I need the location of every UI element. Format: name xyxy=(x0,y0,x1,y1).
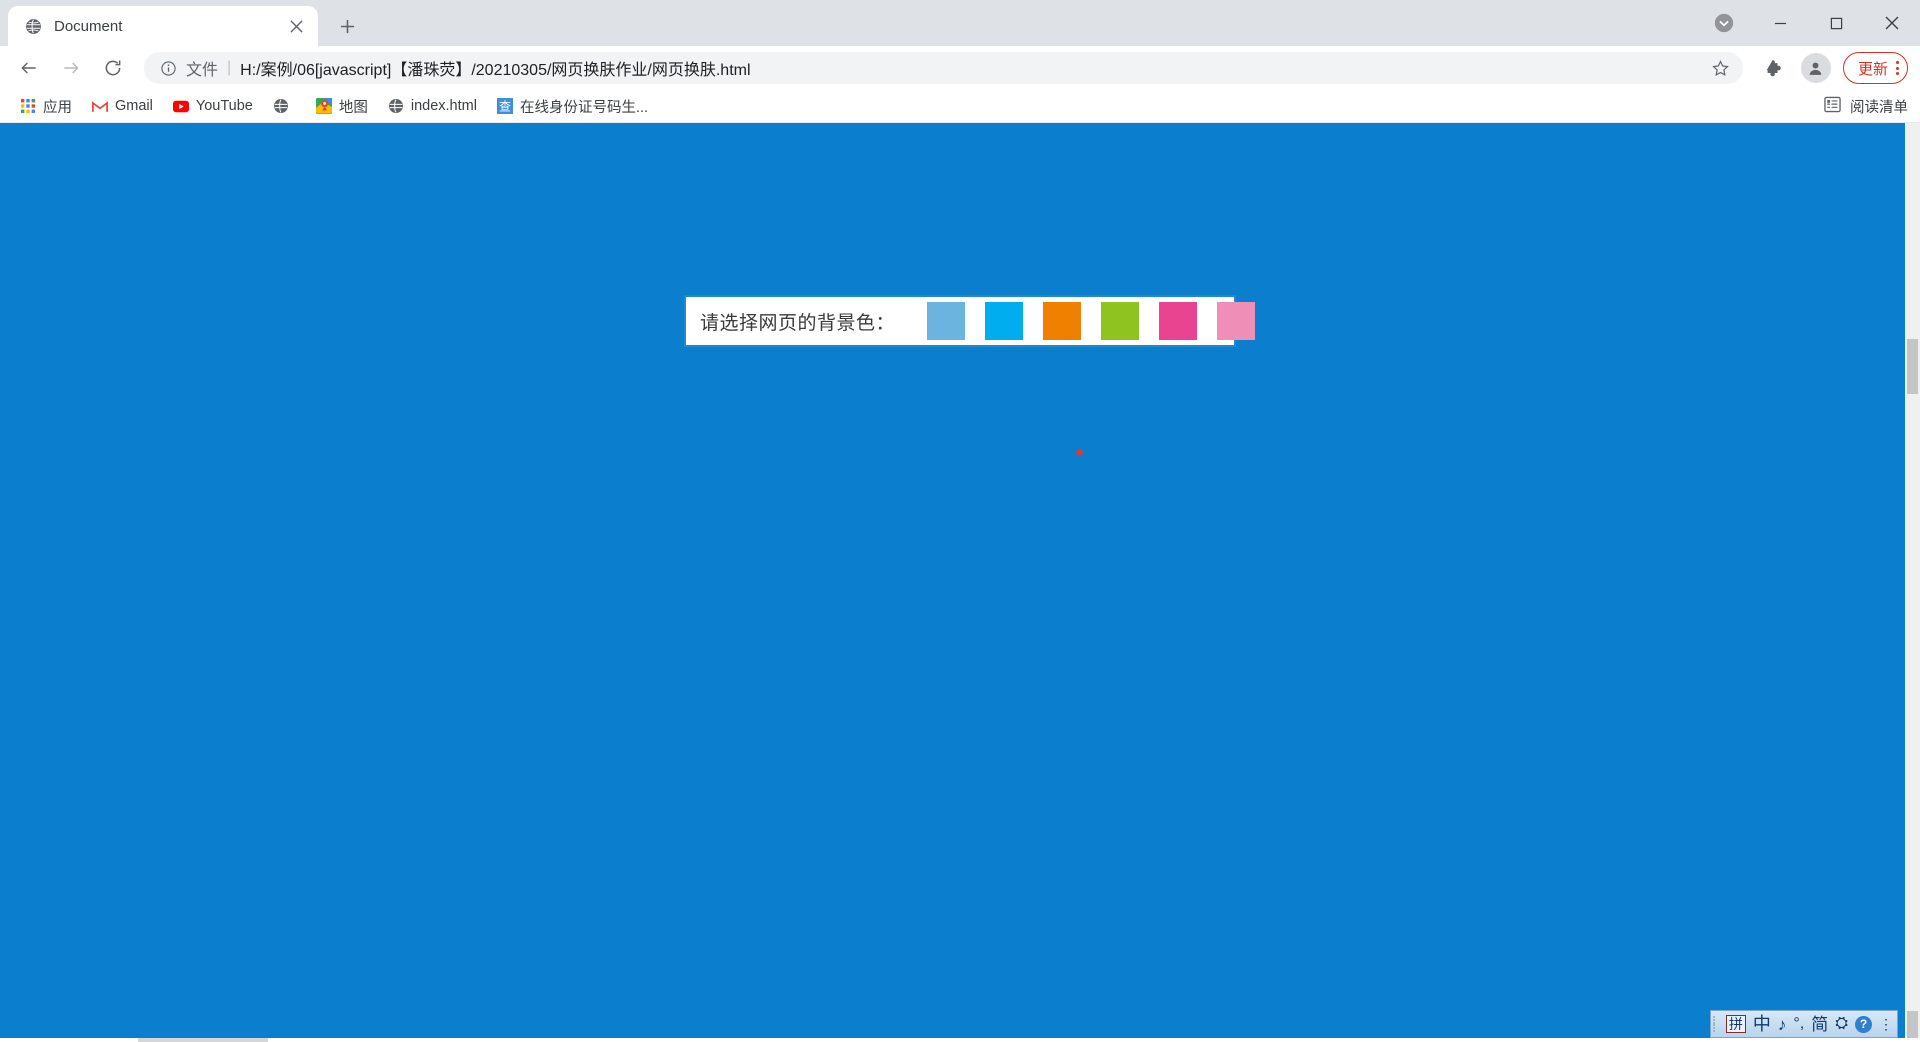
apps-grid-icon xyxy=(20,98,36,114)
url-separator: | xyxy=(227,59,232,76)
bookmark-apps[interactable]: 应用 xyxy=(12,93,80,119)
update-label: 更新 xyxy=(1857,60,1888,78)
color-swatch-orange[interactable] xyxy=(1043,302,1082,340)
globe-icon xyxy=(388,98,404,114)
maximize-button[interactable] xyxy=(1808,0,1864,46)
color-swatch-pink[interactable] xyxy=(1217,302,1256,340)
youtube-play-icon xyxy=(172,98,189,114)
bookmark-gmail[interactable]: Gmail xyxy=(84,93,161,119)
color-swatch-cyan-blue[interactable] xyxy=(985,302,1024,340)
minimize-button[interactable] xyxy=(1752,0,1808,46)
close-button[interactable] xyxy=(1864,0,1920,46)
color-swatch-green[interactable] xyxy=(1101,302,1140,340)
address-bar[interactable]: 文件 | H:/案例/06[javascript]【潘珠荧】/20210305/… xyxy=(144,52,1743,84)
tab-title: Document xyxy=(54,17,123,35)
svg-text:查: 查 xyxy=(499,99,511,113)
cursor-dot xyxy=(1076,449,1083,456)
new-tab-button[interactable] xyxy=(330,9,364,43)
reload-button[interactable] xyxy=(94,49,132,87)
browser-tab[interactable]: Document xyxy=(8,6,318,46)
reading-list-label: 阅读清单 xyxy=(1850,100,1908,116)
ime-punctuation-toggle[interactable]: °, xyxy=(1793,1016,1804,1032)
scrollbar-thumb-upper[interactable] xyxy=(1907,339,1918,394)
ime-toolbox-icon[interactable]: ⛭ xyxy=(1835,1016,1848,1032)
bookmark-globe[interactable] xyxy=(265,93,304,119)
tab-strip: Document xyxy=(0,0,1920,46)
puzzle-piece-icon[interactable] xyxy=(1757,51,1791,85)
bookmark-label: Gmail xyxy=(115,98,153,114)
star-outline-icon[interactable] xyxy=(1707,54,1735,82)
reading-list-button[interactable]: 阅读清单 xyxy=(1824,90,1908,123)
ime-more-icon[interactable]: ⋮ xyxy=(1879,1017,1893,1031)
update-button[interactable]: 更新 xyxy=(1842,52,1908,84)
cha-badge-icon: 查 xyxy=(496,98,513,114)
bookmark-maps[interactable]: 地图 xyxy=(308,93,376,119)
back-button[interactable] xyxy=(10,49,48,87)
url-text: H:/案例/06[javascript]【潘珠荧】/20210305/网页换肤作… xyxy=(240,62,751,79)
person-avatar-icon[interactable] xyxy=(1800,53,1831,83)
ime-drag-handle[interactable] xyxy=(1712,1015,1719,1033)
bookmark-youtube[interactable]: YouTube xyxy=(165,93,261,119)
globe-icon xyxy=(24,17,42,35)
bookmark-index-html[interactable]: index.html xyxy=(380,93,485,119)
taskbar-item[interactable] xyxy=(138,1038,268,1042)
bookmarks-bar: 应用 Gmail YouTube 地图 index.html 查 在线身份证号码… xyxy=(0,90,1920,123)
three-dot-menu-icon[interactable] xyxy=(1896,61,1899,75)
browser-toolbar: 文件 | H:/案例/06[javascript]【潘珠荧】/20210305/… xyxy=(0,46,1920,90)
ime-help-icon[interactable]: ? xyxy=(1855,1015,1872,1033)
color-swatch-list xyxy=(927,302,1256,340)
reading-list-icon xyxy=(1824,96,1841,118)
color-swatch-magenta[interactable] xyxy=(1159,302,1198,340)
bookmark-label: index.html xyxy=(410,98,477,114)
close-icon[interactable] xyxy=(284,14,308,38)
bookmark-label: 地图 xyxy=(338,99,368,116)
ime-sound-toggle[interactable]: ♪ xyxy=(1778,1016,1787,1033)
url-scheme-label: 文件 xyxy=(186,62,219,79)
taskbar-sliver xyxy=(0,1038,1920,1042)
gmail-m-icon xyxy=(92,98,108,114)
info-circle-icon[interactable] xyxy=(158,58,178,78)
ime-chinese-english-toggle[interactable]: 中 xyxy=(1753,1015,1771,1033)
ime-toolbar[interactable]: 拼 中 ♪ °, 简 ⛭ ? ⋮ xyxy=(1709,1010,1898,1038)
bookmark-id-generator[interactable]: 查 在线身份证号码生... xyxy=(489,93,656,119)
ime-pinyin-mode[interactable]: 拼 xyxy=(1725,1015,1746,1033)
page-viewport: 请选择网页的背景色： 拼 中 ♪ °, 简 ⛭ ? ⋮ xyxy=(0,123,1920,1042)
skin-chooser-panel: 请选择网页的背景色： xyxy=(684,295,1256,347)
color-swatch-light-blue[interactable] xyxy=(927,302,966,340)
forward-button[interactable] xyxy=(52,49,90,87)
globe-icon xyxy=(273,98,289,114)
window-controls xyxy=(1704,0,1920,46)
bookmark-label: 在线身份证号码生... xyxy=(519,99,649,116)
google-maps-pin-icon xyxy=(315,98,332,114)
bookmark-label: YouTube xyxy=(195,98,253,114)
page-background: 请选择网页的背景色： xyxy=(0,123,1920,1042)
circle-chevron-down-icon[interactable] xyxy=(1704,0,1744,46)
ime-simplified-traditional-toggle[interactable]: 简 xyxy=(1811,1016,1828,1033)
bookmark-label: 应用 xyxy=(43,99,72,116)
vertical-scrollbar[interactable] xyxy=(1905,123,1920,1042)
browser-window: Document 文件 | H:/案例/06[javascript]【潘珠荧】/… xyxy=(0,0,1920,1042)
skin-chooser-label: 请选择网页的背景色： xyxy=(700,312,896,334)
